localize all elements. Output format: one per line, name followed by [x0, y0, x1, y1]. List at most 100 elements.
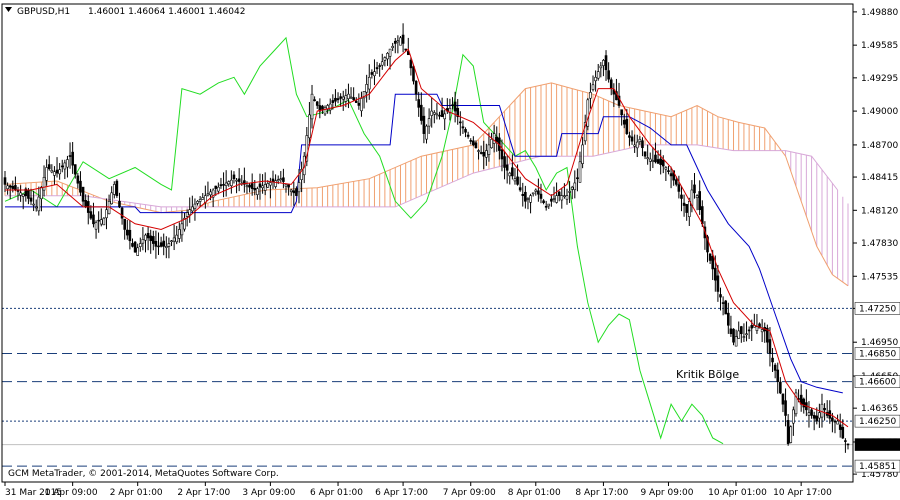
candle-body [513, 178, 517, 182]
candle-body [393, 40, 397, 44]
candle-body [118, 200, 121, 208]
candle-body [557, 191, 561, 196]
candle-body [414, 81, 418, 95]
candle-body [760, 329, 764, 333]
candle-body [667, 170, 670, 172]
candle-body [370, 72, 374, 75]
candle-body [685, 204, 688, 213]
candle-body [776, 369, 780, 382]
candle-body [76, 175, 80, 184]
y-tick-label: 1.46950 [861, 338, 898, 348]
candle-body [248, 184, 251, 188]
candle-body [451, 104, 454, 107]
candle-body [737, 330, 741, 339]
candle-body [404, 48, 407, 51]
x-tick-label: 8 Apr 17:00 [575, 488, 628, 498]
candle-body [3, 177, 7, 185]
candle-body [841, 426, 845, 439]
candle-body [518, 187, 522, 191]
x-tick-label: 2 Apr 01:00 [110, 488, 163, 498]
candle-body [71, 151, 74, 166]
candle-body [289, 189, 293, 193]
candle-body [784, 400, 787, 416]
candle-body [180, 223, 184, 236]
candle-body [495, 136, 499, 143]
candle-body [165, 246, 168, 248]
candle-body [537, 190, 540, 195]
candle-body [568, 191, 571, 193]
candle-body [453, 101, 457, 112]
candle-body [589, 92, 592, 99]
candle-body [47, 164, 51, 170]
candle-body [682, 202, 686, 206]
level-label: 1.46850 [859, 349, 896, 359]
candle-body [565, 195, 569, 200]
quote-values: 1.46001 1.46064 1.46001 1.46042 [88, 7, 245, 17]
candle-body [287, 184, 290, 188]
candle-body [217, 186, 220, 192]
x-tick-label: 9 Apr 09:00 [640, 488, 693, 498]
candle-body [838, 424, 842, 430]
candle-body [438, 114, 441, 117]
candle-body [73, 164, 77, 175]
candle-body [21, 193, 25, 197]
candle-body [742, 336, 746, 338]
candle-body [162, 240, 166, 247]
price-chart[interactable]: 1.49880 1.49585 1.49295 1.49000 1.48700 1.484… [0, 0, 900, 500]
candle-body [154, 240, 158, 247]
candle-body [474, 142, 478, 149]
candle-body [607, 70, 610, 80]
candle-body [380, 61, 384, 66]
candle-body [315, 101, 319, 106]
candle-body [659, 158, 662, 165]
candle-body [383, 57, 387, 61]
candle-body [89, 211, 93, 219]
candle-body [222, 184, 225, 186]
candle-body [669, 173, 673, 177]
candle-body [6, 185, 9, 190]
candle-body [141, 239, 145, 244]
candle-body [719, 294, 722, 298]
candle-body [602, 60, 605, 66]
candle-body [120, 207, 124, 219]
candle-body [604, 55, 608, 71]
candle-body [37, 196, 41, 212]
candle-body [341, 96, 345, 100]
candle-body [27, 190, 30, 199]
candle-body [201, 197, 205, 200]
candle-body [563, 195, 566, 197]
price-axis[interactable]: 1.49880 1.49585 1.49295 1.49000 1.48700 1.484… [853, 8, 900, 480]
candle-body [732, 328, 735, 343]
candle-body [185, 212, 189, 217]
candle-body [625, 118, 629, 134]
candle-body [573, 182, 577, 191]
candle-body [638, 138, 642, 142]
candle-body [500, 149, 504, 160]
candle-body [11, 185, 15, 189]
candle-body [354, 100, 358, 103]
candle-body [487, 144, 491, 155]
candle-body [440, 110, 444, 118]
candle-body [773, 364, 777, 371]
candle-body [789, 426, 793, 443]
candle-body [529, 195, 532, 203]
level-label: 1.47250 [859, 304, 896, 314]
candle-body [745, 333, 748, 336]
candle-body [427, 118, 431, 127]
candle-body [646, 157, 649, 160]
candle-body [594, 76, 597, 82]
candle-body [235, 179, 238, 182]
candle-body [344, 95, 348, 102]
level-label: 1.46600 [859, 378, 896, 388]
candle-body [477, 150, 480, 152]
candle-body [755, 326, 759, 331]
candle-body [214, 185, 218, 189]
candle-body [159, 242, 163, 247]
candle-body [391, 45, 394, 49]
candle-body [331, 100, 335, 103]
candle-body [555, 195, 558, 203]
candle-body [560, 195, 564, 201]
candle-body [209, 191, 212, 196]
candle-body [321, 105, 324, 110]
candle-body [846, 443, 850, 446]
